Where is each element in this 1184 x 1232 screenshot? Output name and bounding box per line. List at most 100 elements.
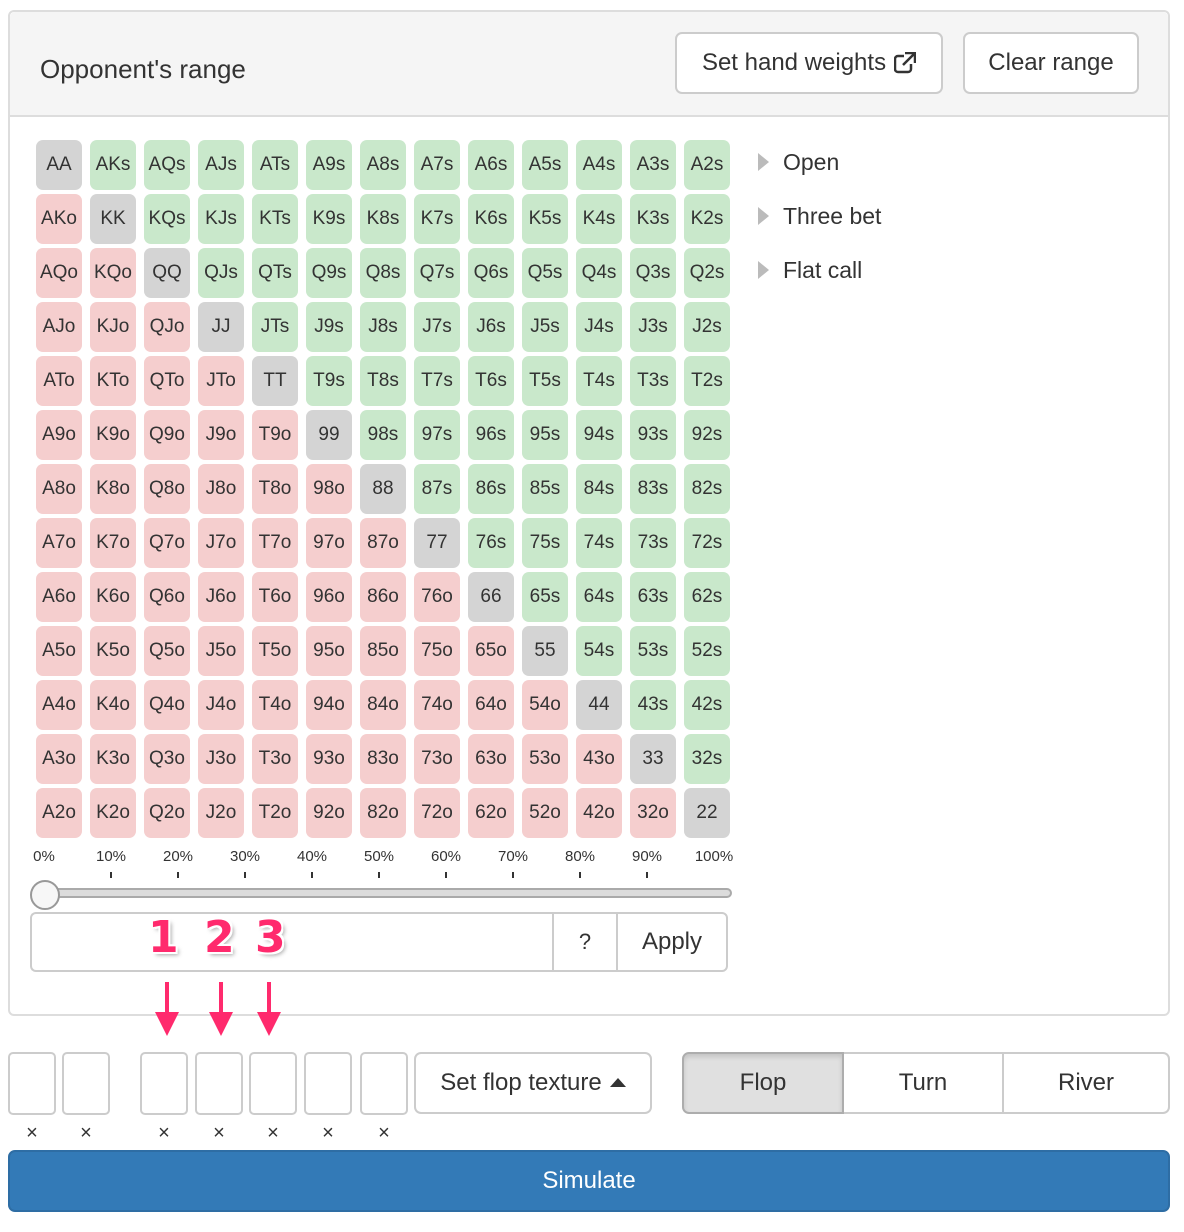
remove-card-icon[interactable]: × [26,1122,38,1145]
hand-cell[interactable]: 93o [306,734,352,784]
hand-cell[interactable]: K9s [306,194,352,244]
hand-cell[interactable]: T5o [252,626,298,676]
hand-cell[interactable]: 74o [414,680,460,730]
hand-cell[interactable]: K3s [630,194,676,244]
hand-cell[interactable]: 98o [306,464,352,514]
hand-cell[interactable]: A4o [36,680,82,730]
hand-cell[interactable]: A7s [414,140,460,190]
hand-cell[interactable]: J4s [576,302,622,352]
hand-cell[interactable]: 87s [414,464,460,514]
hand-cell[interactable]: 92o [306,788,352,838]
hand-cell[interactable]: 32o [630,788,676,838]
hand-cell[interactable]: AJo [36,302,82,352]
hand-cell[interactable]: KTo [90,356,136,406]
hand-cell[interactable]: T9o [252,410,298,460]
expand-triangle-icon[interactable] [758,153,769,171]
hand-cell[interactable]: Q4s [576,248,622,298]
hand-cell[interactable]: J8o [198,464,244,514]
hand-cell[interactable]: A7o [36,518,82,568]
hand-cell[interactable]: 62s [684,572,730,622]
hand-cell[interactable]: A2s [684,140,730,190]
street-river-button[interactable]: River [1004,1052,1170,1114]
hand-cell[interactable]: KK [90,194,136,244]
hand-cell[interactable]: 33 [630,734,676,784]
apply-button[interactable]: Apply [616,912,728,972]
hand-cell[interactable]: 75o [414,626,460,676]
hand-cell[interactable]: KQs [144,194,190,244]
hand-cell[interactable]: A4s [576,140,622,190]
hand-cell[interactable]: A6s [468,140,514,190]
hand-cell[interactable]: 82o [360,788,406,838]
remove-card-icon[interactable]: × [213,1122,225,1145]
hand-cell[interactable]: K6s [468,194,514,244]
hand-cell[interactable]: J2o [198,788,244,838]
hand-cell[interactable]: 84o [360,680,406,730]
hand-cell[interactable]: Q6o [144,572,190,622]
hand-cell[interactable]: QJo [144,302,190,352]
range-text-input[interactable] [30,912,554,972]
hand-cell[interactable]: J2s [684,302,730,352]
hand-cell[interactable]: 96s [468,410,514,460]
hand-cell[interactable]: 95o [306,626,352,676]
hand-cell[interactable]: T5s [522,356,568,406]
hand-cell[interactable]: K4o [90,680,136,730]
hand-cell[interactable]: 52o [522,788,568,838]
hand-cell[interactable]: Q2s [684,248,730,298]
hand-cell[interactable]: T6s [468,356,514,406]
street-turn-button[interactable]: Turn [844,1052,1004,1114]
hand-cell[interactable]: A2o [36,788,82,838]
hand-cell[interactable]: T2s [684,356,730,406]
hand-cell[interactable]: AQo [36,248,82,298]
hand-cell[interactable]: K2s [684,194,730,244]
hand-cell[interactable]: Q6s [468,248,514,298]
hand-cell[interactable]: QJs [198,248,244,298]
hand-cell[interactable]: 62o [468,788,514,838]
hand-cell[interactable]: A8o [36,464,82,514]
set-flop-texture-button[interactable]: Set flop texture [414,1052,652,1114]
hand-cell[interactable]: 86o [360,572,406,622]
board-card-slot[interactable] [62,1052,110,1115]
hand-cell[interactable]: 43o [576,734,622,784]
hand-cell[interactable]: 85s [522,464,568,514]
hand-cell[interactable]: KJo [90,302,136,352]
hand-cell[interactable]: 73s [630,518,676,568]
remove-card-icon[interactable]: × [158,1122,170,1145]
hand-cell[interactable]: 85o [360,626,406,676]
board-card-slot[interactable] [195,1052,243,1115]
expand-triangle-icon[interactable] [758,261,769,279]
hand-cell[interactable]: K8s [360,194,406,244]
hand-cell[interactable]: AQs [144,140,190,190]
hand-cell[interactable]: T9s [306,356,352,406]
hand-cell[interactable]: T4s [576,356,622,406]
hand-cell[interactable]: 99 [306,410,352,460]
hand-cell[interactable]: 32s [684,734,730,784]
hand-cell[interactable]: 53s [630,626,676,676]
hand-cell[interactable]: 86s [468,464,514,514]
hand-cell[interactable]: Q2o [144,788,190,838]
hand-cell[interactable]: T8s [360,356,406,406]
hand-cell[interactable]: AKo [36,194,82,244]
hand-cell[interactable]: A9s [306,140,352,190]
hand-cell[interactable]: 87o [360,518,406,568]
hand-cell[interactable]: 95s [522,410,568,460]
hand-cell[interactable]: 74s [576,518,622,568]
hand-cell[interactable]: K2o [90,788,136,838]
hand-cell[interactable]: 96o [306,572,352,622]
hand-cell[interactable]: A9o [36,410,82,460]
hand-cell[interactable]: 66 [468,572,514,622]
hand-cell[interactable]: T7s [414,356,460,406]
hand-cell[interactable]: JJ [198,302,244,352]
hand-cell[interactable]: 92s [684,410,730,460]
hand-cell[interactable]: Q9s [306,248,352,298]
hand-cell[interactable]: 52s [684,626,730,676]
hand-cell[interactable]: T6o [252,572,298,622]
help-button[interactable]: ? [552,912,618,972]
hand-cell[interactable]: 82s [684,464,730,514]
hand-cell[interactable]: ATo [36,356,82,406]
hand-cell[interactable]: 42o [576,788,622,838]
hand-cell[interactable]: 44 [576,680,622,730]
hand-cell[interactable]: 94s [576,410,622,460]
hand-cell[interactable]: 76o [414,572,460,622]
hand-cell[interactable]: 63o [468,734,514,784]
hand-cell[interactable]: Q7s [414,248,460,298]
